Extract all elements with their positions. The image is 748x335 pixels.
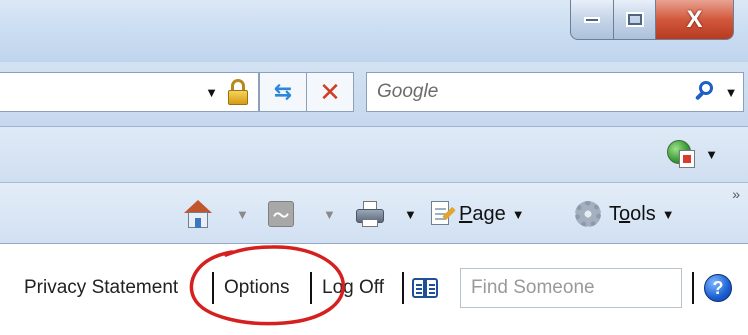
minimize-button[interactable] <box>570 0 614 40</box>
chevron-down-icon[interactable]: ▼ <box>205 86 218 99</box>
find-someone-box <box>460 268 682 308</box>
search-icon <box>694 81 714 103</box>
chevron-down-icon: ▼ <box>511 206 525 222</box>
search-button[interactable] <box>689 81 719 103</box>
page-content: Privacy Statement Options Log Off ? <box>0 244 748 335</box>
options-link[interactable]: Options <box>224 277 289 299</box>
link-divider <box>310 272 312 304</box>
link-divider <box>402 272 404 304</box>
chevron-down-icon[interactable]: ▼ <box>705 148 718 161</box>
tools-menu-button[interactable]: Tools ▼ <box>575 199 675 229</box>
stop-button[interactable]: ✕ <box>306 72 354 112</box>
print-button[interactable] <box>356 199 384 229</box>
feeds-dropdown[interactable]: ▼ <box>323 199 336 229</box>
home-button[interactable] <box>183 199 213 229</box>
minimize-icon <box>584 16 600 23</box>
help-icon[interactable]: ? <box>704 274 732 302</box>
rss-feed-icon: 〜 <box>268 201 294 227</box>
close-button[interactable]: X <box>656 0 734 40</box>
log-off-link[interactable]: Log Off <box>322 277 384 299</box>
print-dropdown[interactable]: ▼ <box>404 199 417 229</box>
refresh-button[interactable]: ⇆ <box>259 72 307 112</box>
page-icon <box>431 201 456 227</box>
home-dropdown[interactable]: ▼ <box>236 199 249 229</box>
page-menu-button[interactable]: Page ▼ <box>431 199 525 229</box>
link-divider <box>212 272 214 304</box>
navigation-bar: ▼ ⇆ ✕ ▼ <box>0 62 748 126</box>
privacy-statement-link[interactable]: Privacy Statement <box>24 277 178 299</box>
search-provider-dropdown[interactable]: ▼ <box>719 86 743 99</box>
close-icon: X <box>686 5 703 33</box>
link-divider <box>692 272 694 304</box>
web-slice-icon <box>667 140 696 168</box>
refresh-icon: ⇆ <box>273 79 293 104</box>
maximize-icon <box>625 12 644 27</box>
web-slice-control[interactable]: ▼ <box>667 140 718 168</box>
gear-icon <box>575 201 601 227</box>
more-commands-chevron-icon[interactable]: » <box>732 186 740 202</box>
site-header-links: Privacy Statement Options Log Off ? <box>0 268 748 308</box>
command-bar: » ▼ 〜 ▼ ▼ Page ▼ Tools ▼ <box>0 182 748 244</box>
feeds-button[interactable]: 〜 <box>268 199 294 229</box>
address-book-icon[interactable] <box>412 274 440 300</box>
search-input[interactable] <box>377 81 689 103</box>
window-controls: X <box>570 0 734 40</box>
printer-icon <box>356 201 384 227</box>
find-someone-input[interactable] <box>471 277 681 299</box>
stop-icon: ✕ <box>319 76 341 107</box>
chevron-down-icon: ▼ <box>661 206 675 222</box>
lock-icon[interactable] <box>228 79 248 105</box>
home-icon <box>183 200 213 228</box>
maximize-button[interactable] <box>614 0 656 40</box>
search-box: ▼ <box>366 72 744 112</box>
favorites-bar: ▼ <box>0 126 748 182</box>
title-bar: X <box>0 0 748 62</box>
address-bar[interactable]: ▼ <box>0 72 259 112</box>
